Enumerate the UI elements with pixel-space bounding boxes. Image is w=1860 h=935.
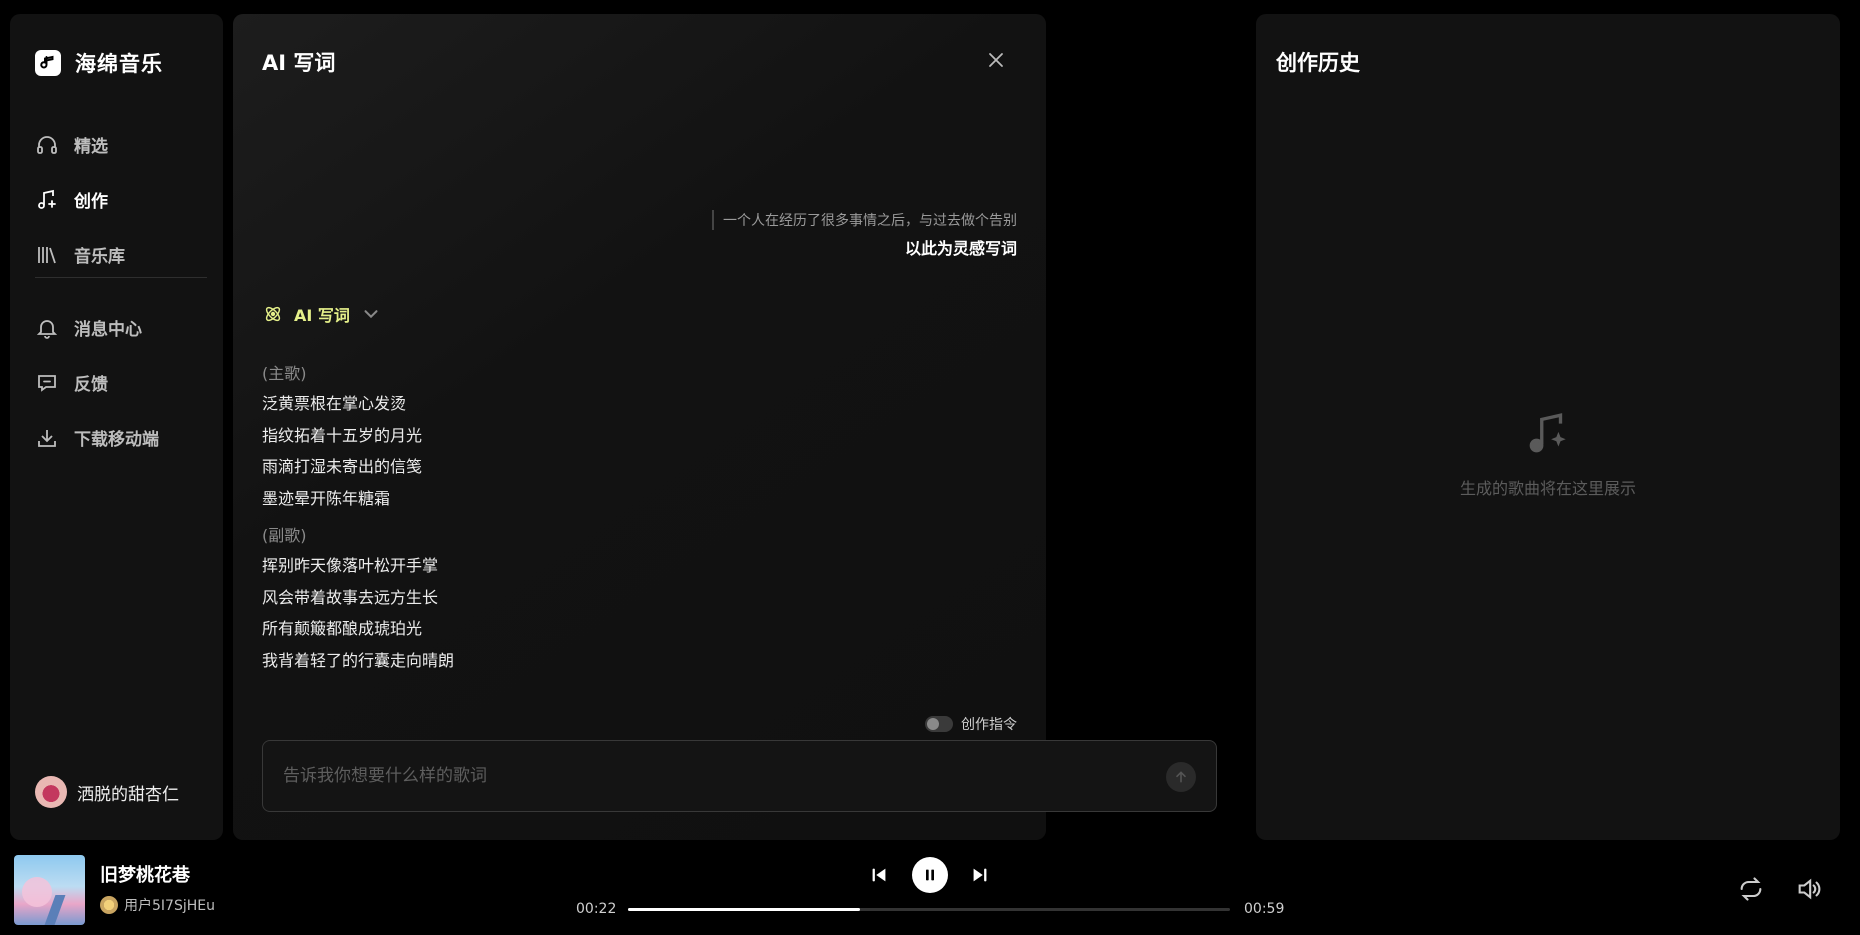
nav-item-create[interactable]: 创作 [35,172,205,227]
chevron-down-icon [364,310,378,319]
user-name: 洒脱的甜杏仁 [77,784,179,805]
lyric-line: 雨滴打湿未寄出的信笺 [262,457,423,476]
section-label: (主歌) [262,364,307,383]
repeat-icon[interactable] [1737,875,1765,903]
total-time: 00:59 [1244,901,1285,917]
volume-icon[interactable] [1795,875,1823,903]
close-icon[interactable] [984,48,1008,72]
player-bar: 旧梦桃花巷 用户5I7SjHEu 00:22 00:59 [0,845,1860,935]
artist-name: 用户5I7SjHEu [124,898,215,914]
artist-info[interactable]: 用户5I7SjHEu [100,895,215,915]
nav-item-label: 创作 [74,192,108,212]
creation-instruction-toggle[interactable] [925,716,953,732]
user-profile[interactable]: 洒脱的甜杏仁 [35,776,179,808]
nav-item-label: 音乐库 [74,247,125,267]
nav-item-label: 反馈 [74,375,108,395]
download-icon [38,429,56,447]
lyrics-editor-panel: AI 写词 一个人在经历了很多事情之后，与过去做个告别 以此为灵感写词 AI 写… [233,14,1217,840]
next-button[interactable] [965,860,995,890]
arrow-up-icon [1176,771,1186,783]
history-title: 创作历史 [1276,51,1360,75]
album-cover[interactable] [14,855,85,925]
nav-item-label: 下载移动端 [74,430,159,450]
nav-item-library[interactable]: 音乐库 [35,227,205,282]
pause-button[interactable] [912,857,948,893]
mode-selector[interactable]: AI 写词 [262,302,382,326]
nav-item-label: 消息中心 [74,320,142,340]
nav-item-feedback[interactable]: 反馈 [35,355,205,410]
bell-icon [36,319,58,339]
music-sparkle-icon [38,189,56,209]
empty-state-text: 生成的歌曲将在这里展示 [1459,479,1636,498]
lyric-line: 风会带着故事去远方生长 [262,587,439,607]
feedback-icon [38,374,56,392]
prompt-quote: 一个人在经历了很多事情之后，与过去做个告别 [712,210,1017,230]
pause-icon [926,869,934,881]
lyric-line: 泛黄票根在掌心发烫 [262,394,407,413]
app-logo[interactable]: 海绵音乐 [35,48,163,78]
library-icon [38,246,56,263]
nav-divider [35,277,207,278]
creation-instruction-toggle-group: 创作指令 [925,714,1017,734]
artist-avatar [100,896,118,914]
previous-button[interactable] [864,860,894,890]
skip-next-icon [973,868,987,882]
use-as-inspiration-button[interactable]: 以此为灵感写词 [905,235,1017,259]
nav-item-download[interactable]: 下载移动端 [35,410,205,465]
song-title[interactable]: 旧梦桃花巷 [100,861,190,887]
empty-state: 生成的歌曲将在这里展示 [1256,409,1840,499]
atom-icon [265,306,281,322]
nav-item-messages[interactable]: 消息中心 [35,300,205,355]
headphones-icon [37,135,57,154]
lyrics-content: (主歌) 泛黄票根在掌心发烫 指纹拓着十五岁的月光 雨滴打湿未寄出的信笺 墨迹晕… [262,360,862,676]
sidebar: 海绵音乐 精选 创作 音乐库 消息中心 反馈 下载移动端 洒脱的甜杏仁 [10,14,223,840]
nav-bottom: 消息中心 反馈 下载移动端 [35,300,205,465]
lyric-line: 我背着轻了的行囊走向晴朗 [262,650,455,670]
section-label: (副歌) [262,526,307,545]
lyric-line: 墨迹晕开陈年糖霜 [262,488,391,508]
lyrics-prompt-input[interactable] [283,741,1143,811]
lyric-line: 所有颠簸都酿成琥珀光 [262,619,423,638]
lyric-line: 指纹拓着十五岁的月光 [262,425,423,445]
current-time: 00:22 [576,901,617,917]
skip-previous-icon [872,868,886,882]
nav-item-featured[interactable]: 精选 [35,117,205,172]
history-panel: 创作历史 生成的歌曲将在这里展示 [1256,14,1840,840]
lyric-line: 挥别昨天像落叶松开手掌 [262,556,439,575]
lyrics-prompt-box [262,740,1217,812]
send-button[interactable] [1166,762,1196,792]
nav-item-label: 精选 [74,137,108,157]
toggle-label: 创作指令 [961,717,1017,733]
mode-label: AI 写词 [294,306,350,325]
avatar [35,776,67,808]
logo-music-icon [35,50,61,76]
nav-top: 精选 创作 音乐库 [35,117,205,282]
panel-title: AI 写词 [262,51,336,75]
progress-bar[interactable] [628,908,1230,911]
progress-fill [628,908,860,911]
music-sparkle-icon [1529,413,1566,453]
app-name: 海绵音乐 [75,52,163,76]
